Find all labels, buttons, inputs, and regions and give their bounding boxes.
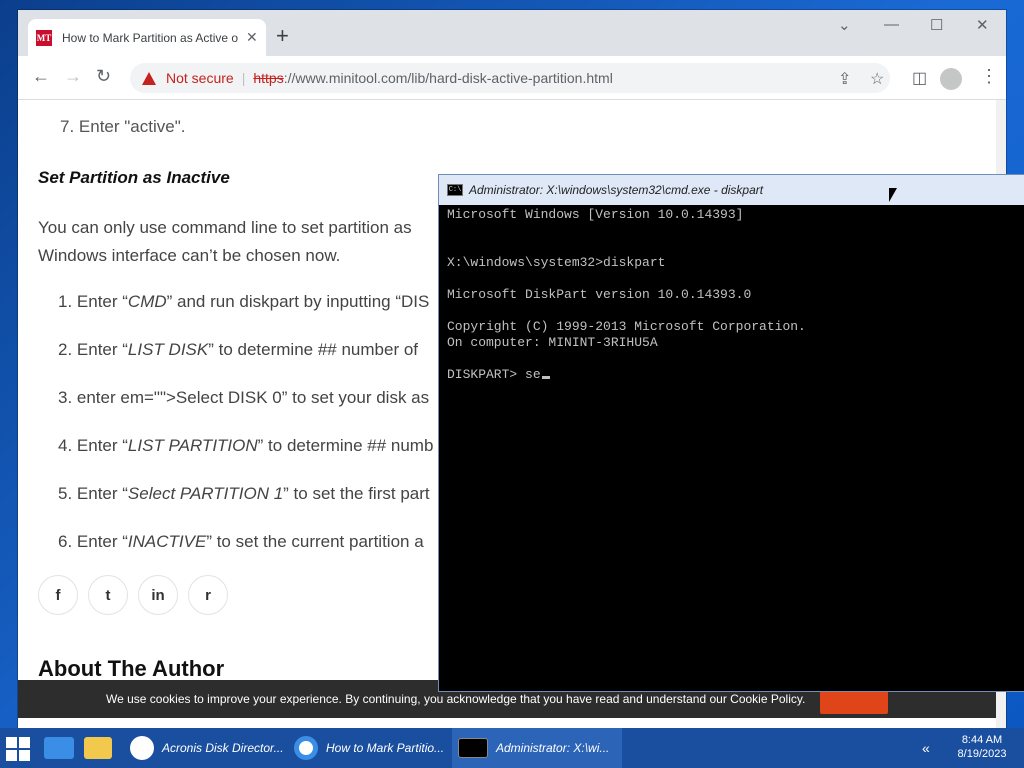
step-2-italic: LIST DISK: [127, 340, 209, 359]
twitter-share-icon[interactable]: t: [88, 575, 128, 615]
cmd-console[interactable]: Microsoft Windows [Version 10.0.14393] X…: [447, 205, 1024, 689]
step-4-italic: LIST PARTITION: [127, 436, 258, 455]
step-7-partial: 7. Enter "active".: [60, 117, 186, 136]
step-1: 1. Enter “CMD” and run diskpart by input…: [58, 292, 429, 312]
tab-search-icon[interactable]: ⌄: [838, 16, 851, 34]
taskbar-acronis[interactable]: Acronis Disk Director...: [130, 728, 286, 768]
task-view-icon[interactable]: [44, 728, 82, 768]
taskbar-cmd-label: Administrator: X:\wi...: [496, 741, 610, 755]
show-hidden-icons-icon[interactable]: «: [922, 740, 930, 756]
cmd-title: Administrator: X:\windows\system32\cmd.e…: [469, 183, 764, 197]
taskbar: Acronis Disk Director... How to Mark Par…: [0, 728, 1024, 768]
forward-icon[interactable]: →: [64, 66, 82, 87]
new-tab-button[interactable]: +: [276, 23, 289, 49]
step-1-italic: CMD: [127, 292, 167, 311]
cmd-title-bar[interactable]: C:\ Administrator: X:\windows\system32\c…: [439, 175, 1024, 205]
side-panel-icon[interactable]: ◫: [912, 68, 927, 88]
acronis-icon: [130, 736, 154, 760]
step-6-prefix: 6. Enter “: [58, 532, 128, 551]
step-1-prefix: 1. Enter “: [58, 292, 128, 311]
taskbar-chrome[interactable]: How to Mark Partitio...: [294, 728, 450, 768]
minimize-icon[interactable]: —: [884, 16, 899, 33]
about-author-heading: About The Author: [38, 656, 225, 681]
step-5-suffix: ” to set the first part: [283, 484, 430, 503]
share-icon[interactable]: ⇪: [838, 69, 851, 89]
tab-close-icon[interactable]: ✕: [246, 29, 258, 46]
tab-strip: MT How to Mark Partition as Active o ✕ +…: [18, 10, 1006, 56]
linkedin-share-icon[interactable]: in: [138, 575, 178, 615]
step-1-suffix: ” and run diskpart by inputting “DIS: [166, 292, 430, 311]
taskbar-chrome-label: How to Mark Partitio...: [326, 741, 445, 755]
cookie-text: We use cookies to improve your experienc…: [106, 692, 806, 706]
step-5-italic: Select PARTITION 1: [127, 484, 284, 503]
browser-tab[interactable]: MT How to Mark Partition as Active o ✕: [28, 19, 266, 56]
url-scheme: https: [253, 70, 284, 86]
reddit-share-icon[interactable]: r: [188, 575, 228, 615]
step-5: 5. Enter “Select PARTITION 1” to set the…: [58, 484, 430, 504]
step-4-suffix: ” to determine ## numb: [257, 436, 434, 455]
taskbar-cmd[interactable]: Administrator: X:\wi...: [452, 728, 622, 768]
section-heading: Set Partition as Inactive: [38, 168, 230, 187]
step-2-suffix: ” to determine ## number of: [208, 340, 419, 359]
step-6-suffix: ” to set the current partition a: [206, 532, 424, 551]
console-line: Microsoft Windows [Version 10.0.14393]: [447, 207, 744, 222]
cmd-taskbar-icon: [458, 738, 488, 758]
clock-date: 8/19/2023: [957, 748, 1007, 760]
console-line: Copyright (C) 1999-2013 Microsoft Corpor…: [447, 319, 806, 334]
address-bar[interactable]: Not secure | https ://www.minitool.com/l…: [130, 63, 890, 93]
file-explorer-icon[interactable]: [84, 728, 120, 768]
cmd-window[interactable]: C:\ Administrator: X:\windows\system32\c…: [438, 174, 1024, 692]
profile-avatar-icon[interactable]: [940, 68, 962, 90]
bookmark-star-icon[interactable]: ☆: [870, 69, 884, 89]
browser-toolbar: ← → ↻ Not secure | https ://www.minitool…: [18, 56, 1006, 100]
step-5-prefix: 5. Enter “: [58, 484, 128, 503]
warning-icon: [142, 71, 156, 85]
cookie-accept-button[interactable]: [820, 690, 888, 714]
maximize-icon[interactable]: ☐: [930, 16, 943, 34]
console-line: Microsoft DiskPart version 10.0.14393.0: [447, 287, 752, 302]
step-2: 2. Enter “LIST DISK” to determine ## num…: [58, 340, 418, 360]
step-4-prefix: 4. Enter “: [58, 436, 128, 455]
close-window-icon[interactable]: ✕: [976, 16, 989, 34]
clock-time: 8:44 AM: [961, 734, 1003, 746]
console-prompt-line[interactable]: DISKPART> se: [447, 367, 550, 383]
minitool-favicon-icon: MT: [36, 29, 52, 46]
step-4: 4. Enter “LIST PARTITION” to determine #…: [58, 436, 433, 456]
omnibox-separator: |: [241, 70, 246, 86]
clock[interactable]: 8:44 AM 8/19/2023: [950, 733, 1014, 761]
console-line: On computer: MININT-3RIHU5A: [447, 335, 658, 350]
cmd-icon: C:\: [447, 184, 463, 196]
step-2-prefix: 2. Enter “: [58, 340, 128, 359]
reload-icon[interactable]: ↻: [96, 66, 111, 87]
console-line: X:\windows\system32>diskpart: [447, 255, 666, 270]
text-cursor: [541, 376, 550, 379]
chrome-icon: [294, 736, 318, 760]
back-icon[interactable]: ←: [32, 66, 50, 87]
step-3: 3. enter em="">Select DISK 0” to set you…: [58, 388, 429, 408]
mouse-pointer-icon: [889, 188, 897, 202]
step-6-italic: INACTIVE: [127, 532, 207, 551]
step-6: 6. Enter “INACTIVE” to set the current p…: [58, 532, 424, 552]
prompt-text: DISKPART> se: [447, 367, 541, 382]
url-text: ://www.minitool.com/lib/hard-disk-active…: [283, 70, 613, 86]
start-button[interactable]: [6, 737, 30, 761]
tab-title: How to Mark Partition as Active o: [62, 30, 238, 45]
taskbar-acronis-label: Acronis Disk Director...: [162, 741, 284, 755]
facebook-share-icon[interactable]: f: [38, 575, 78, 615]
menu-icon[interactable]: ⋮: [980, 66, 998, 87]
step-3-prefix: 3. enter em="">Select DISK 0” to set you…: [58, 388, 430, 407]
not-secure-label[interactable]: Not secure: [166, 70, 234, 86]
